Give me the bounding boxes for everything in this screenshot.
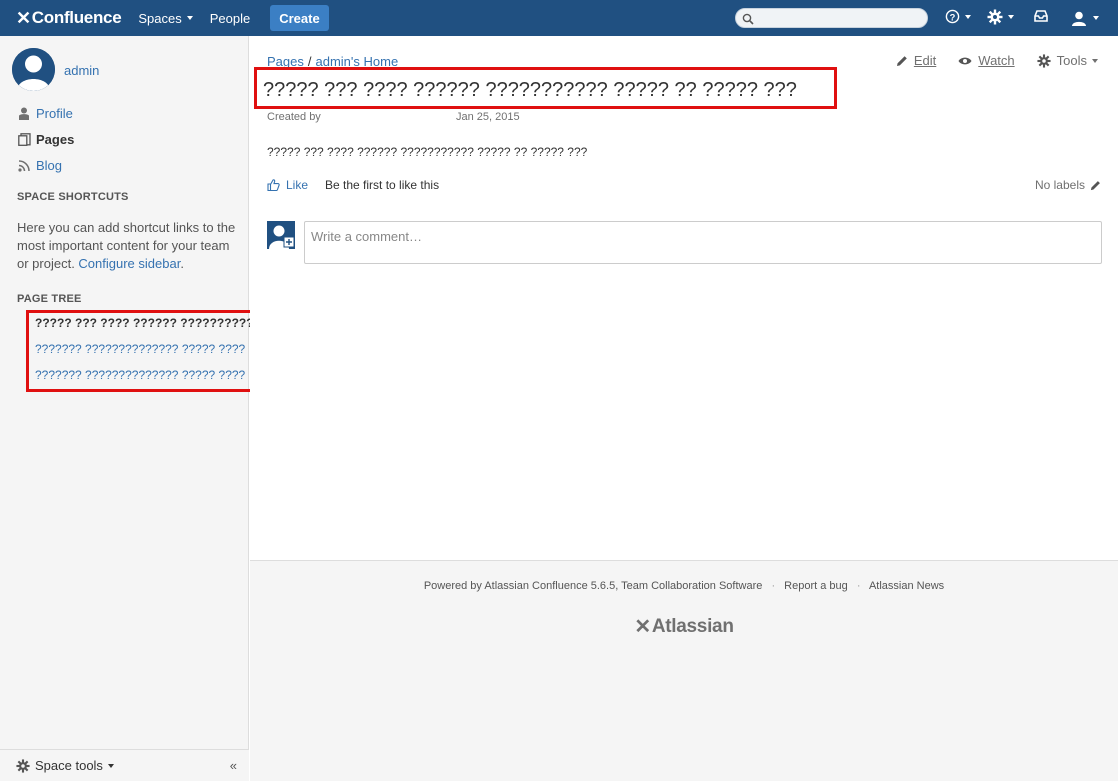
page-metadata: Created by Jan 25, 2015 [267, 111, 520, 123]
gear-icon [1037, 53, 1051, 68]
spaces-label: Spaces [138, 10, 182, 26]
user-icon [1070, 9, 1088, 27]
sidebar-item-blog[interactable]: Blog [17, 158, 62, 173]
page-tree-heading: PAGE TREE [17, 293, 82, 305]
chevron-down-icon [1093, 16, 1099, 20]
comment-avatar [267, 221, 295, 249]
atlassian-logo-text: Atlassian [651, 615, 734, 637]
gear-icon [16, 758, 30, 773]
footer-separator: · [856, 580, 861, 592]
footer-separator: · [771, 580, 776, 592]
footer-links: Powered by Atlassian Confluence 5.6.5, T… [250, 580, 1118, 592]
notifications-button[interactable] [1033, 9, 1049, 23]
space-shortcuts-heading: SPACE SHORTCUTS [17, 191, 129, 203]
sidebar-item-label: Profile [36, 106, 73, 121]
sidebar-item-pages[interactable]: Pages [17, 132, 74, 147]
page-tree: ????? ??? ???? ?????? ??????????? ??????… [26, 310, 256, 392]
atlassian-news-link[interactable]: Atlassian News [869, 580, 944, 592]
watch-label: Watch [978, 53, 1015, 68]
sidebar-item-label: Pages [36, 132, 75, 147]
labels-section[interactable]: No labels [1035, 178, 1101, 192]
atlassian-x-icon: ✕ [634, 616, 651, 638]
edit-label: Edit [913, 53, 937, 68]
eye-icon [958, 56, 972, 66]
sidebar-item-label: Blog [36, 158, 63, 173]
space-tools-label: Space tools [35, 758, 103, 773]
rss-icon [17, 159, 31, 172]
tree-item[interactable]: ??????? ?????????????? ????? ???? [35, 342, 245, 356]
user-name-link[interactable]: admin [64, 63, 99, 78]
main-content: Pages / admin's Home Edit Watch Tools ??… [250, 36, 1118, 560]
report-bug-link[interactable]: Report a bug [784, 580, 848, 592]
created-by-label: Created by [267, 111, 321, 123]
shortcuts-period: . [180, 256, 184, 271]
chevron-down-icon [186, 16, 193, 20]
tools-label: Tools [1056, 53, 1087, 68]
confluence-x-icon: ✕ [16, 7, 31, 28]
chevron-down-icon [965, 14, 971, 19]
help-icon: ? [945, 9, 960, 24]
like-row: Like Be the first to like this No labels [267, 178, 1101, 192]
edit-button[interactable]: Edit [896, 53, 936, 68]
logo-text: Confluence [31, 8, 122, 27]
user-avatar-icon [267, 221, 295, 249]
like-label: Like [286, 178, 309, 192]
space-sidebar: admin Profile Pages Blog SPACE SHORTCUTS… [0, 36, 256, 781]
atlassian-logo[interactable]: ✕ Atlassian [250, 614, 1118, 639]
like-status-text: Be the first to like this [325, 178, 440, 192]
search-icon [742, 13, 754, 25]
help-menu[interactable]: ? [945, 9, 971, 24]
page-actions: Edit Watch Tools [874, 53, 1098, 68]
confluence-logo[interactable]: ✕ Confluence [16, 7, 122, 29]
sidebar-footer: Space tools « [0, 749, 249, 781]
pages-icon [17, 133, 31, 146]
top-navigation-bar: ✕ Confluence Spaces People Create ? [0, 0, 1118, 36]
svg-text:?: ? [950, 12, 956, 22]
avatar[interactable] [12, 48, 55, 91]
tree-item[interactable]: ??????? ?????????????? ????? ???? [35, 368, 245, 382]
chevron-down-icon [107, 763, 114, 768]
created-date: Jan 25, 2015 [456, 111, 520, 123]
chevron-down-icon [1092, 58, 1098, 63]
comment-input[interactable]: Write a comment… [304, 221, 1102, 264]
user-avatar-icon [12, 48, 55, 91]
shortcuts-help-text: Here you can add shortcut links to the m… [17, 219, 239, 273]
create-button[interactable]: Create [270, 5, 329, 31]
like-button[interactable]: Like [267, 178, 308, 192]
pencil-icon [896, 55, 908, 67]
spaces-menu[interactable]: Spaces [138, 10, 193, 26]
powered-by-link[interactable]: Powered by Atlassian Confluence 5.6.5, T… [424, 580, 763, 592]
notifications-icon [1034, 10, 1048, 22]
page-title: ????? ??? ???? ?????? ??????????? ????? … [263, 79, 797, 101]
create-label: Create [279, 10, 320, 26]
configure-sidebar-link[interactable]: Configure sidebar [78, 256, 180, 271]
user-menu[interactable] [1070, 9, 1099, 27]
person-icon [17, 107, 31, 120]
watch-button[interactable]: Watch [958, 53, 1015, 68]
people-label: People [209, 10, 251, 26]
page-footer: Powered by Atlassian Confluence 5.6.5, T… [250, 560, 1118, 781]
tree-item-current[interactable]: ????? ??? ???? ?????? ??????????? [35, 316, 253, 330]
collapse-sidebar-button[interactable]: « [230, 758, 237, 773]
sidebar-item-profile[interactable]: Profile [17, 106, 73, 121]
space-tools-menu[interactable]: Space tools [16, 758, 114, 773]
settings-menu[interactable] [987, 9, 1014, 25]
search-input[interactable] [735, 8, 928, 28]
labels-text: No labels [1034, 178, 1085, 192]
page-body: ????? ??? ???? ?????? ??????????? ????? … [267, 145, 588, 159]
gear-icon [987, 9, 1003, 25]
chevron-down-icon [1008, 15, 1014, 19]
pencil-icon [1090, 180, 1100, 190]
tools-menu[interactable]: Tools [1037, 53, 1098, 68]
thumbs-up-icon [267, 179, 280, 191]
people-link[interactable]: People [210, 11, 250, 26]
